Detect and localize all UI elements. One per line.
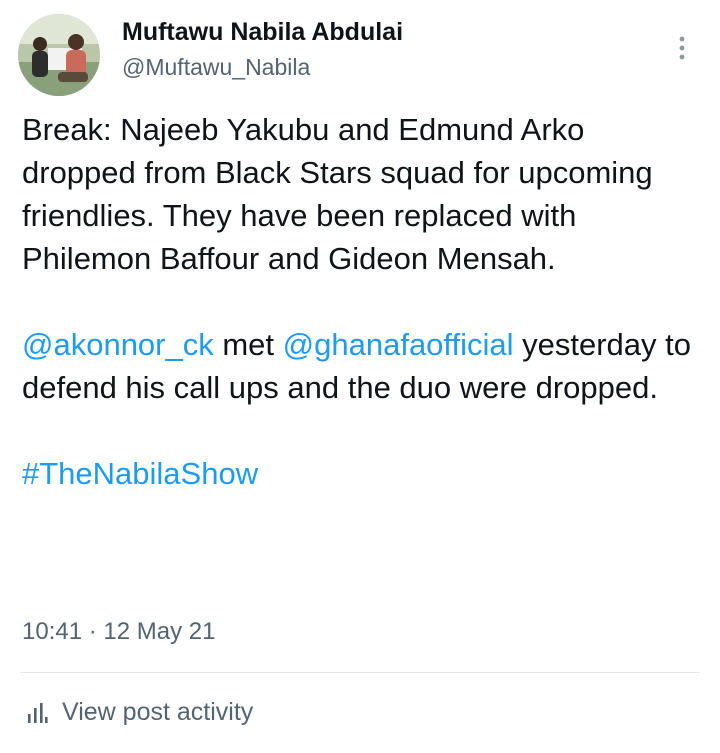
hashtag-link[interactable]: #TheNabilaShow: [22, 456, 258, 491]
avatar-image: [18, 14, 100, 96]
divider: [20, 672, 700, 673]
avatar[interactable]: [18, 14, 100, 96]
tweet-paragraph-1: Break: Najeeb Yakubu and Edmund Arko dro…: [22, 112, 653, 276]
tweet-paragraph-2: @akonnor_ck met @ghanafaofficial yesterd…: [22, 323, 702, 409]
tweet-text-fragment: met: [213, 327, 283, 362]
mention-link[interactable]: @akonnor_ck: [22, 327, 214, 362]
tweet-text: Break: Najeeb Yakubu and Edmund Arko dro…: [22, 108, 702, 495]
more-options-button[interactable]: [664, 30, 700, 66]
view-post-activity-label: View post activity: [62, 698, 254, 726]
tweet-paragraph-3: #TheNabilaShow: [22, 452, 702, 495]
tweet-timestamp[interactable]: 10:41 · 12 May 21: [22, 618, 215, 646]
author-handle[interactable]: @Muftawu_Nabila: [122, 54, 310, 81]
more-vertical-icon: [679, 36, 685, 60]
mention-link[interactable]: @ghanafaofficial: [283, 327, 514, 362]
analytics-bar-icon: [28, 702, 48, 723]
author-display-name[interactable]: Muftawu Nabila Abdulai: [122, 18, 403, 47]
view-post-activity-button[interactable]: View post activity: [22, 698, 253, 727]
